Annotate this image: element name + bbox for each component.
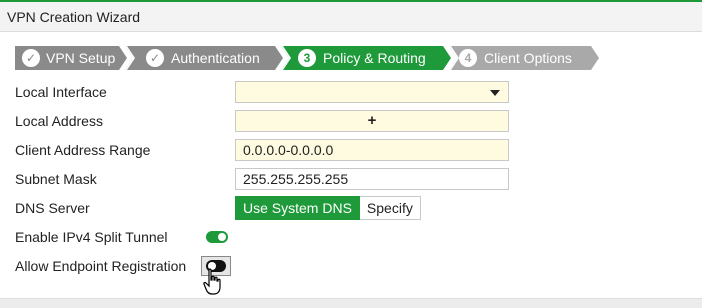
subnet-mask-value: 255.255.255.255 xyxy=(243,171,349,187)
step-client-options[interactable]: 4 Client Options xyxy=(449,46,599,70)
client-address-range-label: Client Address Range xyxy=(15,142,151,158)
step-number: 3 xyxy=(298,49,316,67)
step-label: VPN Setup xyxy=(46,50,116,66)
check-icon: ✓ xyxy=(146,49,164,67)
subnet-mask-label: Subnet Mask xyxy=(15,171,97,187)
split-tunnel-toggle[interactable] xyxy=(206,231,228,243)
chevron-down-icon xyxy=(490,90,500,96)
client-address-range-value: 0.0.0.0-0.0.0.0 xyxy=(243,142,334,158)
local-interface-select[interactable] xyxy=(235,81,509,103)
step-label: Client Options xyxy=(484,50,572,66)
window-title: VPN Creation Wizard xyxy=(7,9,141,25)
endpoint-registration-label: Allow Endpoint Registration xyxy=(15,258,187,274)
check-icon: ✓ xyxy=(22,49,40,67)
local-address-field[interactable]: + xyxy=(235,110,509,132)
step-number: 4 xyxy=(459,49,477,67)
plus-icon[interactable]: + xyxy=(236,111,508,131)
step-vpn-setup[interactable]: ✓ VPN Setup xyxy=(15,46,127,70)
hand-cursor-icon xyxy=(203,268,221,295)
dns-option-use-system[interactable]: Use System DNS xyxy=(235,196,360,220)
client-address-range-input[interactable]: 0.0.0.0-0.0.0.0 xyxy=(235,139,509,161)
subnet-mask-input[interactable]: 255.255.255.255 xyxy=(235,168,509,190)
split-tunnel-label: Enable IPv4 Split Tunnel xyxy=(15,229,168,245)
step-label: Policy & Routing xyxy=(323,50,426,66)
local-address-label: Local Address xyxy=(15,113,103,129)
step-policy-routing[interactable]: 3 Policy & Routing xyxy=(281,46,451,70)
dns-server-selector: Use System DNS Specify xyxy=(235,196,421,220)
local-interface-label: Local Interface xyxy=(15,84,107,100)
title-bar: VPN Creation Wizard xyxy=(0,2,702,32)
dns-option-specify[interactable]: Specify xyxy=(359,196,421,220)
step-authentication[interactable]: ✓ Authentication xyxy=(125,46,283,70)
toggle-knob xyxy=(218,233,226,241)
step-label: Authentication xyxy=(171,50,260,66)
dns-server-label: DNS Server xyxy=(15,200,90,216)
